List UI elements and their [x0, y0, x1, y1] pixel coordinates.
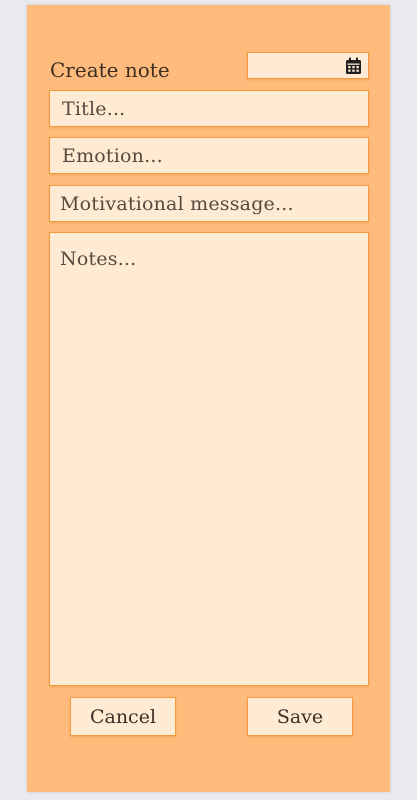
- title-placeholder: Title...: [62, 97, 126, 120]
- save-button[interactable]: Save: [247, 697, 353, 736]
- calendar-icon[interactable]: [345, 57, 362, 75]
- emotion-placeholder: Emotion...: [62, 144, 163, 167]
- cancel-button[interactable]: Cancel: [70, 697, 176, 736]
- notes-placeholder: Notes...: [60, 248, 137, 270]
- motivational-placeholder: Motivational message...: [60, 192, 294, 215]
- notes-textarea[interactable]: Notes...: [49, 232, 369, 686]
- date-picker-input[interactable]: [247, 52, 369, 79]
- title-input[interactable]: Title...: [49, 90, 369, 127]
- motivational-message-input[interactable]: Motivational message...: [49, 185, 369, 222]
- emotion-input[interactable]: Emotion...: [49, 137, 369, 174]
- page-title: Create note: [50, 58, 170, 82]
